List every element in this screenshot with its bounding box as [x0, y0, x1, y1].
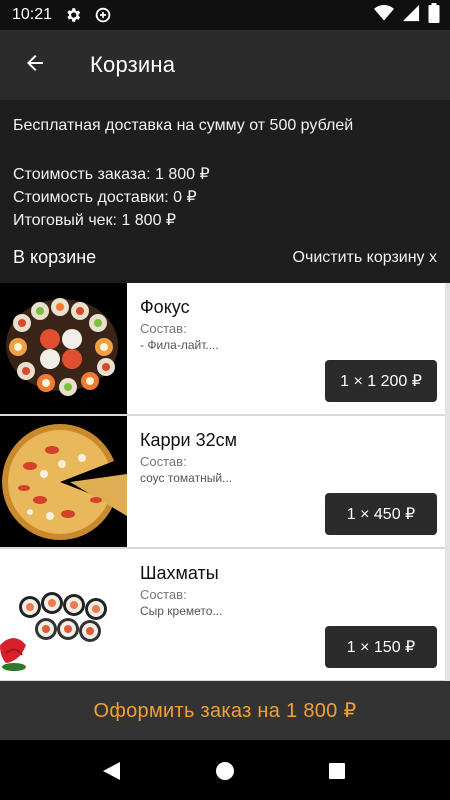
in-cart-heading: В корзине: [13, 247, 97, 267]
nav-recents-button[interactable]: [324, 758, 350, 784]
composition-text: Сыр кремето...: [140, 604, 223, 618]
arrow-back-icon: [23, 51, 47, 80]
battery-icon: [428, 2, 440, 28]
quantity-price-button[interactable]: 1 × 450 ₽: [325, 493, 437, 535]
cart-item[interactable]: Шахматы Состав: Сыр кремето... 1 × 150 ₽: [0, 549, 450, 682]
status-time: 10:21: [12, 6, 53, 23]
product-image-sushi-rolls: [0, 549, 127, 680]
triangle-back-icon: [103, 762, 120, 780]
total-text: Итоговый чек: 1 800 ₽: [13, 212, 177, 229]
quantity-price-button[interactable]: 1 × 1 200 ₽: [325, 360, 437, 402]
nav-home-button[interactable]: [212, 758, 238, 784]
checkout-button[interactable]: Оформить заказ на 1 800 ₽: [0, 681, 450, 740]
cart-item[interactable]: Карри 32см Состав: соус томатный... 1 × …: [0, 416, 450, 549]
product-name: Фокус: [140, 297, 190, 317]
composition-text: соус томатный...: [140, 471, 233, 485]
status-bar: 10:21: [0, 0, 450, 30]
composition-label: Состав:: [140, 454, 187, 469]
system-nav-bar: [0, 740, 450, 800]
cart-summary: Бесплатная доставка на сумму от 500 рубл…: [0, 100, 450, 283]
composition-label: Состав:: [140, 321, 187, 336]
back-button[interactable]: [0, 30, 70, 100]
product-name: Карри 32см: [140, 430, 237, 450]
square-recents-icon: [329, 763, 345, 779]
circle-home-icon: [216, 762, 234, 780]
wifi-icon: [374, 4, 394, 27]
status-right-icons: [374, 0, 440, 30]
page-title: Корзина: [90, 52, 176, 77]
delivery-cost-text: Стоимость доставки: 0 ₽: [13, 189, 197, 206]
app-bar: Корзина: [0, 30, 450, 100]
checkout-label: Оформить заказ на 1 800 ₽: [93, 700, 357, 722]
order-cost-text: Стоимость заказа: 1 800 ₽: [13, 166, 210, 183]
quantity-price-button[interactable]: 1 × 150 ₽: [325, 626, 437, 668]
free-delivery-text: Бесплатная доставка на сумму от 500 рубл…: [13, 117, 354, 134]
composition-text: - Фила-лайт....: [140, 338, 219, 352]
cart-item[interactable]: Фокус Состав: - Фила-лайт.... 1 × 1 200 …: [0, 283, 450, 416]
data-saver-icon: [94, 6, 112, 24]
product-image-pizza: [0, 416, 127, 547]
cart-list[interactable]: Фокус Состав: - Фила-лайт.... 1 × 1 200 …: [0, 283, 450, 682]
settings-gear-icon: [64, 6, 82, 24]
nav-back-button[interactable]: [98, 758, 124, 784]
product-name: Шахматы: [140, 563, 219, 583]
composition-label: Состав:: [140, 587, 187, 602]
signal-icon: [402, 4, 420, 27]
list-scrollbar[interactable]: [445, 283, 450, 681]
clear-cart-button[interactable]: Очистить корзину x: [293, 249, 437, 267]
product-image-sushi-set: [0, 283, 127, 414]
